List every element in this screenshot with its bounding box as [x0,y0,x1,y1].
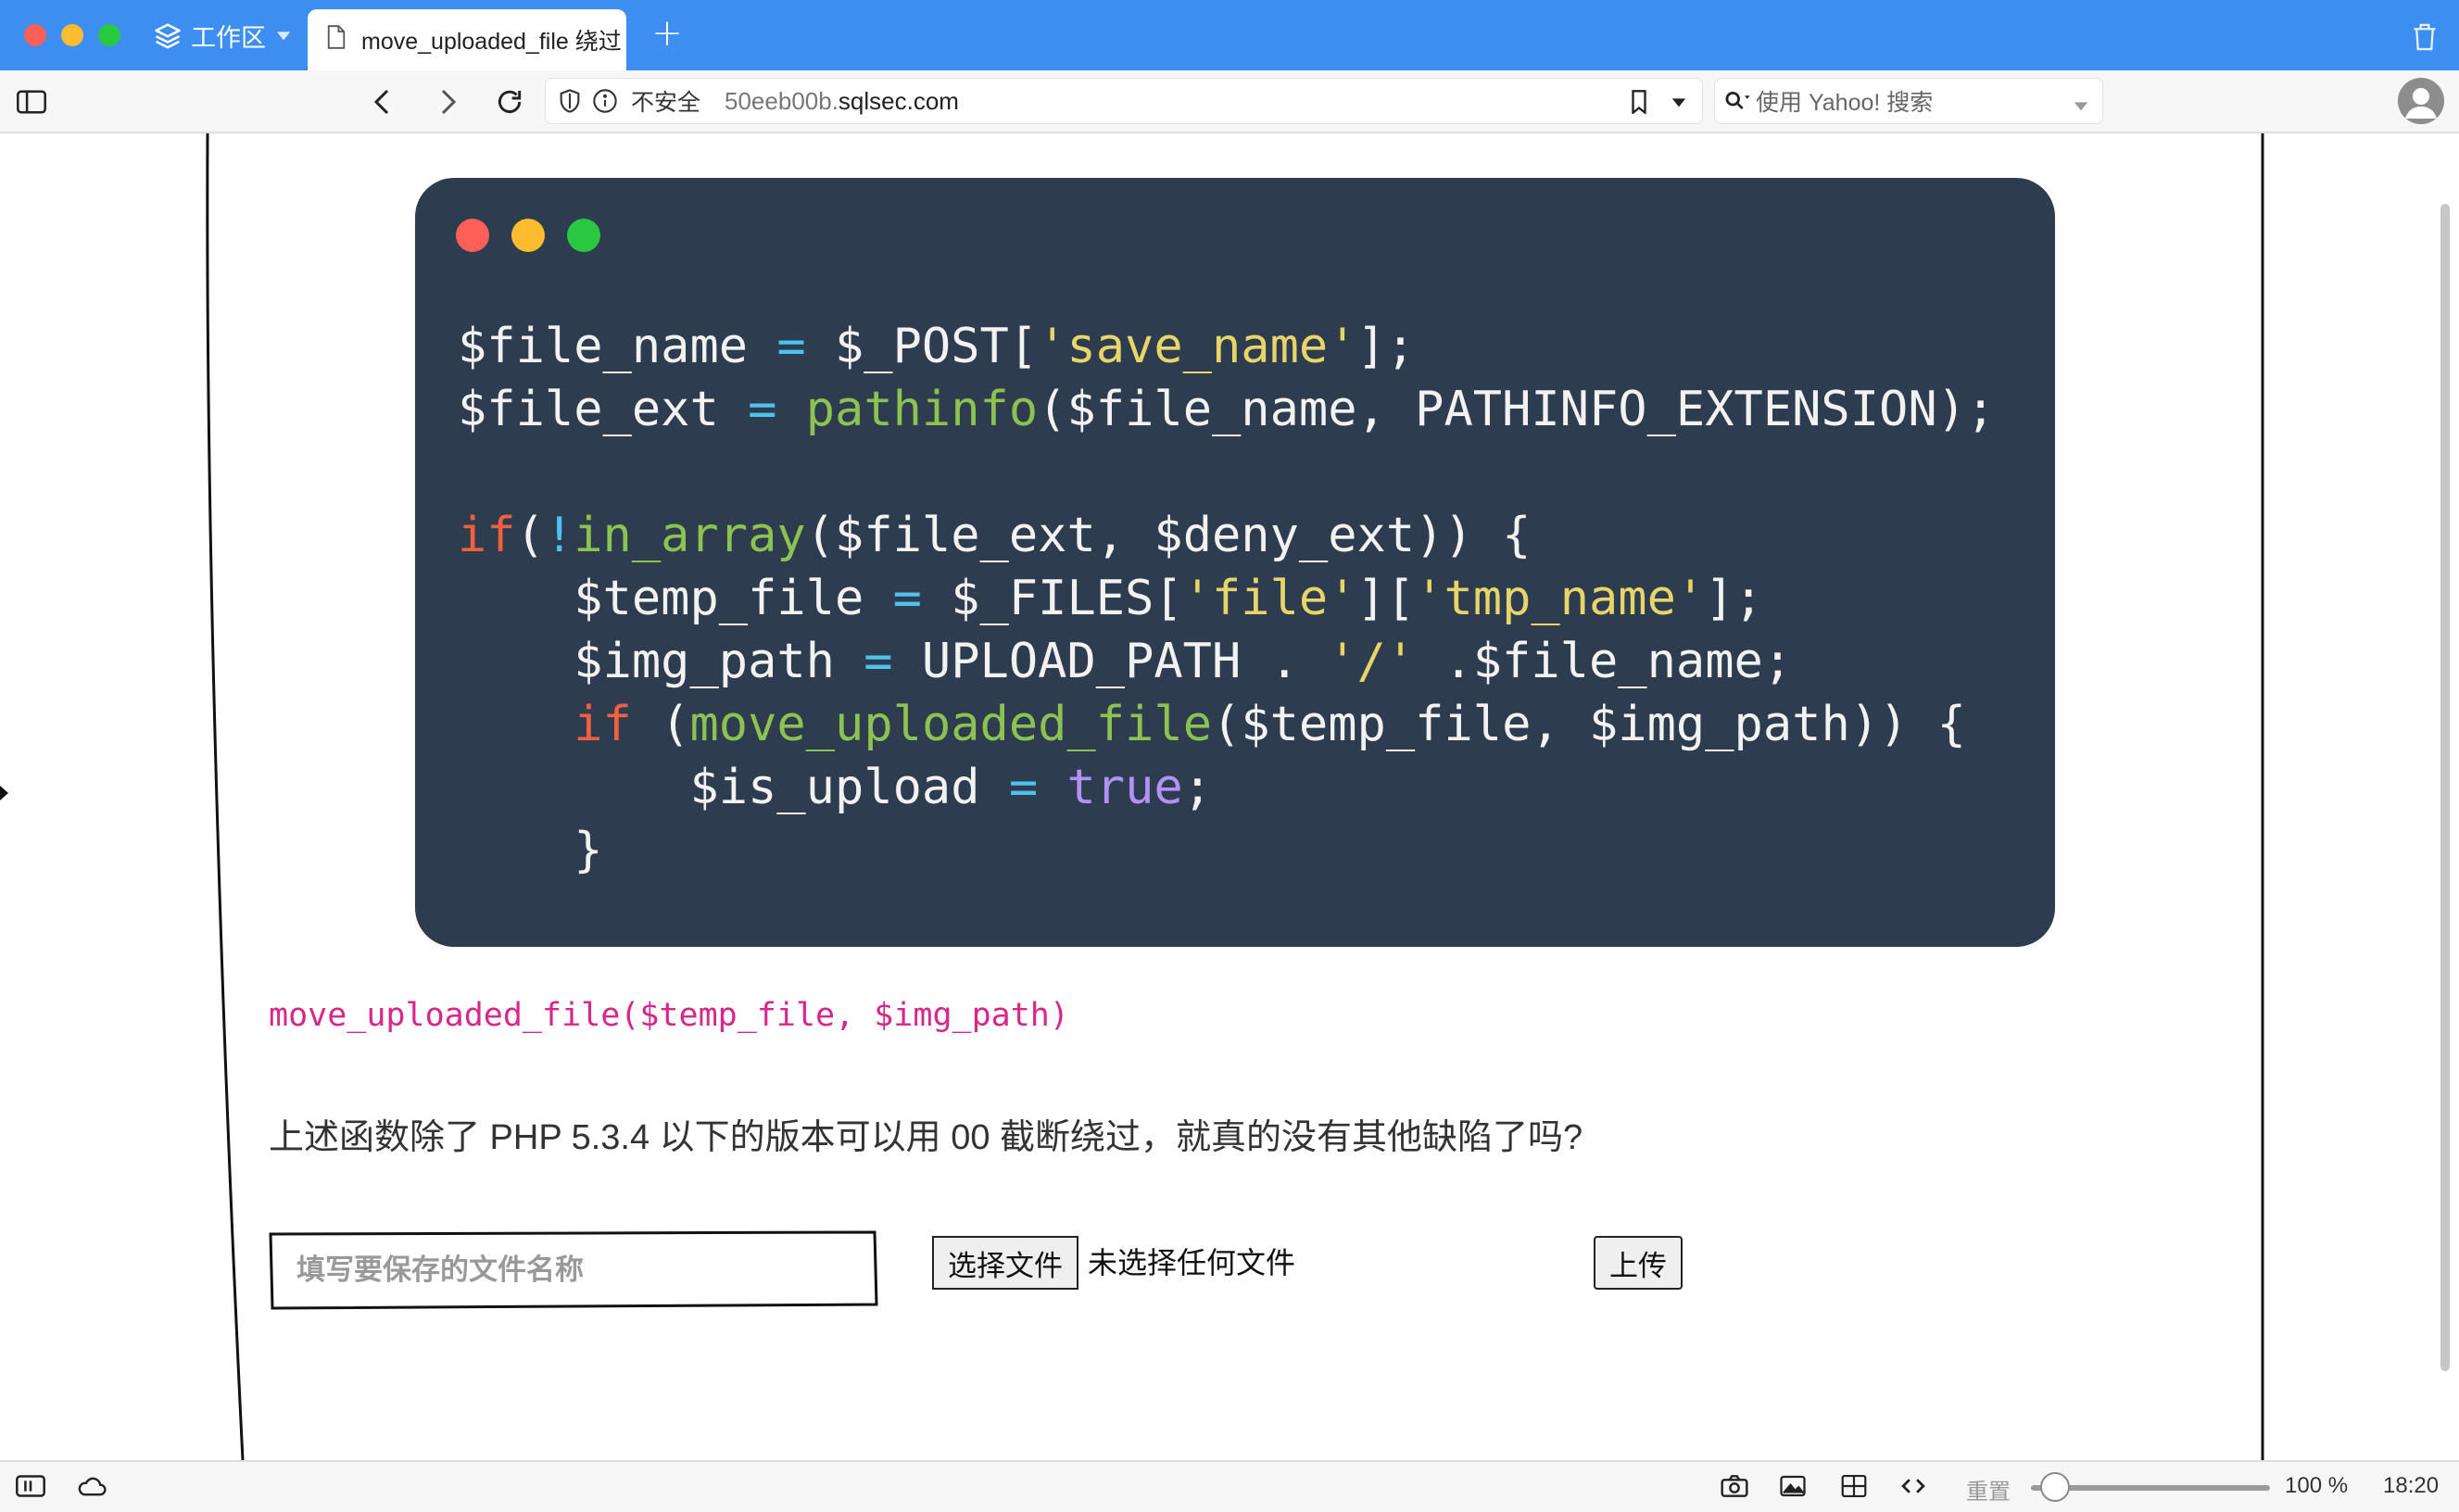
capture-camera-icon[interactable] [1720,1473,1749,1504]
image-icon[interactable] [1779,1473,1807,1504]
vertical-scrollbar[interactable] [2440,204,2450,1371]
choose-file-button[interactable]: 选择文件 [932,1236,1078,1290]
address-bar[interactable]: 不安全 50eeb00b.sqlsec.com [545,78,1703,124]
chevron-down-icon[interactable] [1671,94,1687,115]
zoom-reset-button[interactable]: 重置 [1966,1473,2011,1506]
avatar[interactable] [2398,78,2444,124]
code-window: $file_name = $_POST['save_name']; $file_… [415,178,2055,947]
back-arrow-icon[interactable] [363,83,400,120]
article-question: 上述函数除了 PHP 5.3.4 以下的版本可以用 00 截断绕过，就真的没有其… [269,1118,1583,1157]
search-icon [1724,89,1752,113]
new-tab-button[interactable]: + [649,15,686,52]
shield-icon[interactable] [559,88,581,114]
document-icon [326,24,347,56]
search-engine-box[interactable]: 使用 Yahoo! 搜索 [1714,78,2103,124]
url-domain: sqlsec.com [838,86,959,115]
save-name-input[interactable] [271,1234,873,1306]
inline-code-function: move_uploaded_file($temp_file, $img_path… [269,997,1069,1034]
window-close-button[interactable] [24,24,46,46]
zoom-level: 100 % [2285,1473,2349,1498]
sidebar-toggle-icon[interactable] [13,83,50,120]
upload-button[interactable]: 上传 [1594,1236,1683,1290]
browser-statusbar: 重置 100 % 18:20 [0,1460,2459,1512]
page-content: $file_name = $_POST['save_name']; $file_… [0,133,2459,1460]
layers-icon [154,21,182,49]
code-line: $is_upload = true; [458,760,1212,815]
search-placeholder: 使用 Yahoo! 搜索 [1756,90,1934,116]
code-line: } [458,823,603,878]
insecure-label: 不安全 [631,90,701,116]
page-tiling-icon[interactable] [1840,1473,1868,1504]
file-status-text: 未选择任何文件 [1088,1246,1296,1279]
panel-toggle-icon[interactable] [15,1473,46,1504]
code-line: if(!in_array($file_ext, $deny_ext)) { [458,508,1532,563]
forward-arrow-icon[interactable] [430,83,467,120]
workspace-label: 工作区 [191,23,266,52]
window-zoom-button[interactable] [98,24,120,46]
chevron-down-icon[interactable] [2073,94,2089,120]
trash-icon[interactable] [2411,22,2439,57]
window-minimize-button[interactable] [61,24,83,46]
workspace-selector[interactable]: 工作区 [154,13,292,57]
cloud-sync-icon[interactable] [76,1473,107,1504]
code-line: $temp_file = $_FILES['file']['tmp_name']… [458,571,1763,626]
tab-active[interactable]: move_uploaded_file 绕过 [308,9,626,70]
clock: 18:20 [2383,1473,2440,1498]
zoom-slider-handle[interactable] [2039,1472,2070,1502]
code-block: $file_name = $_POST['save_name']; $file_… [458,315,1995,882]
reload-icon[interactable] [491,83,528,120]
code-line: $file_ext = pathinfo($file_name, PATHINF… [458,382,1996,437]
tab-title: move_uploaded_file 绕过 [361,29,622,55]
browser-titlebar: 工作区 move_uploaded_file 绕过 + [0,0,2459,70]
bookmark-icon[interactable] [1630,90,1648,119]
chevron-down-icon [275,27,292,44]
code-brackets-icon[interactable] [1899,1473,1927,1504]
url-text[interactable]: 50eeb00b.sqlsec.com [725,87,959,116]
code-line: $file_name = $_POST['save_name']; [458,319,1416,374]
code-line: if (move_uploaded_file($temp_file, $img_… [574,697,1966,752]
code-window-yellow-dot [511,219,545,252]
info-icon[interactable] [592,88,618,114]
url-prefix: 50eeb00b. [725,86,839,115]
code-line: $img_path = UPLOAD_PATH . '/' .$file_nam… [458,634,1793,689]
browser-toolbar: 不安全 50eeb00b.sqlsec.com 使用 Yahoo! 搜索 [0,70,2459,133]
side-panel-caret-icon[interactable] [0,786,8,800]
code-window-green-dot [567,219,600,252]
code-window-red-dot [456,219,489,252]
